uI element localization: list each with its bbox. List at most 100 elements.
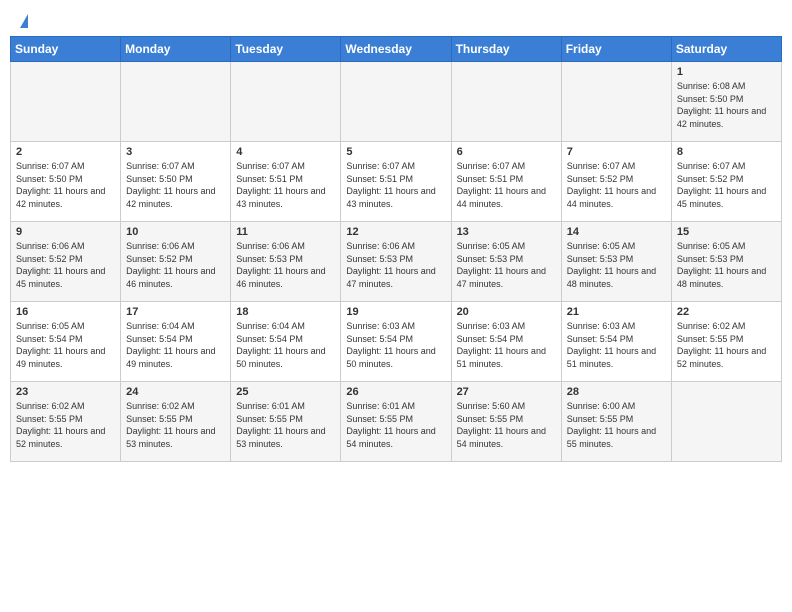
calendar-cell: 22 Sunrise: 6:02 AMSunset: 5:55 PMDayligh… (671, 302, 781, 382)
cell-info: Sunrise: 6:04 AMSunset: 5:54 PMDaylight:… (236, 321, 325, 369)
calendar-cell: 5 Sunrise: 6:07 AMSunset: 5:51 PMDaylight… (341, 142, 451, 222)
cell-info: Sunrise: 6:02 AMSunset: 5:55 PMDaylight:… (126, 401, 215, 449)
calendar-cell: 24 Sunrise: 6:02 AMSunset: 5:55 PMDayligh… (121, 382, 231, 462)
cell-info: Sunrise: 6:07 AMSunset: 5:50 PMDaylight:… (126, 161, 215, 209)
calendar-cell: 19 Sunrise: 6:03 AMSunset: 5:54 PMDayligh… (341, 302, 451, 382)
calendar-cell: 20 Sunrise: 6:03 AMSunset: 5:54 PMDayligh… (451, 302, 561, 382)
calendar-cell: 7 Sunrise: 6:07 AMSunset: 5:52 PMDaylight… (561, 142, 671, 222)
calendar-cell: 6 Sunrise: 6:07 AMSunset: 5:51 PMDaylight… (451, 142, 561, 222)
cell-info: Sunrise: 6:05 AMSunset: 5:54 PMDaylight:… (16, 321, 105, 369)
cell-info: Sunrise: 6:06 AMSunset: 5:53 PMDaylight:… (236, 241, 325, 289)
calendar-cell: 3 Sunrise: 6:07 AMSunset: 5:50 PMDaylight… (121, 142, 231, 222)
day-number: 18 (236, 306, 335, 318)
cell-info: Sunrise: 6:07 AMSunset: 5:52 PMDaylight:… (567, 161, 656, 209)
cell-info: Sunrise: 6:07 AMSunset: 5:51 PMDaylight:… (236, 161, 325, 209)
calendar-week-3: 9 Sunrise: 6:06 AMSunset: 5:52 PMDaylight… (11, 222, 782, 302)
day-number: 14 (567, 226, 666, 238)
weekday-header-row: SundayMondayTuesdayWednesdayThursdayFrid… (11, 37, 782, 62)
day-number: 1 (677, 66, 776, 78)
calendar-cell: 15 Sunrise: 6:05 AMSunset: 5:53 PMDayligh… (671, 222, 781, 302)
cell-info: Sunrise: 6:05 AMSunset: 5:53 PMDaylight:… (677, 241, 766, 289)
cell-info: Sunrise: 6:06 AMSunset: 5:53 PMDaylight:… (346, 241, 435, 289)
cell-info: Sunrise: 6:02 AMSunset: 5:55 PMDaylight:… (677, 321, 766, 369)
calendar-cell: 25Sunrise: 6:01 AMSunset: 5:55 PMDayligh… (231, 382, 341, 462)
calendar-table: SundayMondayTuesdayWednesdayThursdayFrid… (10, 36, 782, 462)
day-number: 4 (236, 146, 335, 158)
calendar-cell: 18 Sunrise: 6:04 AMSunset: 5:54 PMDayligh… (231, 302, 341, 382)
calendar-body: 1 Sunrise: 6:08 AMSunset: 5:50 PMDaylight… (11, 62, 782, 462)
day-number: 5 (346, 146, 445, 158)
calendar-cell: 10 Sunrise: 6:06 AMSunset: 5:52 PMDayligh… (121, 222, 231, 302)
cell-info: Sunrise: 6:05 AMSunset: 5:53 PMDaylight:… (567, 241, 656, 289)
calendar-cell: 14 Sunrise: 6:05 AMSunset: 5:53 PMDayligh… (561, 222, 671, 302)
cell-info: Sunrise: 6:06 AMSunset: 5:52 PMDaylight:… (16, 241, 105, 289)
cell-info: Sunrise: 6:01 AMSunset: 5:55 PMDaylight:… (346, 401, 435, 449)
weekday-header-saturday: Saturday (671, 37, 781, 62)
cell-info: Sunrise: 6:04 AMSunset: 5:54 PMDaylight:… (126, 321, 215, 369)
calendar-cell: 12 Sunrise: 6:06 AMSunset: 5:53 PMDayligh… (341, 222, 451, 302)
weekday-header-sunday: Sunday (11, 37, 121, 62)
page-header (10, 10, 782, 28)
cell-info: Sunrise: 6:03 AMSunset: 5:54 PMDaylight:… (567, 321, 656, 369)
calendar-cell: 16 Sunrise: 6:05 AMSunset: 5:54 PMDayligh… (11, 302, 121, 382)
day-number: 9 (16, 226, 115, 238)
calendar-cell: 1 Sunrise: 6:08 AMSunset: 5:50 PMDaylight… (671, 62, 781, 142)
cell-info: Sunrise: 6:03 AMSunset: 5:54 PMDaylight:… (346, 321, 435, 369)
calendar-cell: 17 Sunrise: 6:04 AMSunset: 5:54 PMDayligh… (121, 302, 231, 382)
cell-info: Sunrise: 6:01 AMSunset: 5:55 PMDaylight:… (236, 401, 325, 449)
day-number: 26 (346, 386, 445, 398)
day-number: 24 (126, 386, 225, 398)
calendar-week-1: 1 Sunrise: 6:08 AMSunset: 5:50 PMDaylight… (11, 62, 782, 142)
calendar-cell: 23 Sunrise: 6:02 AMSunset: 5:55 PMDayligh… (11, 382, 121, 462)
day-number: 15 (677, 226, 776, 238)
day-number: 22 (677, 306, 776, 318)
calendar-cell: 4 Sunrise: 6:07 AMSunset: 5:51 PMDaylight… (231, 142, 341, 222)
calendar-cell: 8 Sunrise: 6:07 AMSunset: 5:52 PMDaylight… (671, 142, 781, 222)
calendar-cell (451, 62, 561, 142)
weekday-header-tuesday: Tuesday (231, 37, 341, 62)
cell-info: Sunrise: 6:03 AMSunset: 5:54 PMDaylight:… (457, 321, 546, 369)
calendar-cell: 11 Sunrise: 6:06 AMSunset: 5:53 PMDayligh… (231, 222, 341, 302)
calendar-cell: 26 Sunrise: 6:01 AMSunset: 5:55 PMDayligh… (341, 382, 451, 462)
cell-info: Sunrise: 6:07 AMSunset: 5:51 PMDaylight:… (457, 161, 546, 209)
cell-info: Sunrise: 6:02 AMSunset: 5:55 PMDaylight:… (16, 401, 105, 449)
cell-info: Sunrise: 6:06 AMSunset: 5:52 PMDaylight:… (126, 241, 215, 289)
calendar-cell (561, 62, 671, 142)
calendar-cell (231, 62, 341, 142)
weekday-header-monday: Monday (121, 37, 231, 62)
day-number: 23 (16, 386, 115, 398)
calendar-cell: 28Sunrise: 6:00 AMSunset: 5:55 PMDayligh… (561, 382, 671, 462)
day-number: 7 (567, 146, 666, 158)
calendar-cell: 27Sunrise: 5:60 AMSunset: 5:55 PMDayligh… (451, 382, 561, 462)
day-number: 12 (346, 226, 445, 238)
day-number: 17 (126, 306, 225, 318)
weekday-header-friday: Friday (561, 37, 671, 62)
day-number: 16 (16, 306, 115, 318)
calendar-cell: 13 Sunrise: 6:05 AMSunset: 5:53 PMDayligh… (451, 222, 561, 302)
day-number: 11 (236, 226, 335, 238)
calendar-cell (341, 62, 451, 142)
day-number: 6 (457, 146, 556, 158)
day-number: 27 (457, 386, 556, 398)
logo (18, 14, 28, 24)
day-number: 8 (677, 146, 776, 158)
day-number: 20 (457, 306, 556, 318)
calendar-week-5: 23 Sunrise: 6:02 AMSunset: 5:55 PMDayligh… (11, 382, 782, 462)
weekday-header-thursday: Thursday (451, 37, 561, 62)
calendar-week-4: 16 Sunrise: 6:05 AMSunset: 5:54 PMDayligh… (11, 302, 782, 382)
logo-triangle-icon (20, 14, 28, 28)
day-number: 21 (567, 306, 666, 318)
day-number: 19 (346, 306, 445, 318)
cell-info: Sunrise: 6:00 AMSunset: 5:55 PMDaylight:… (567, 401, 656, 449)
cell-info: Sunrise: 6:08 AMSunset: 5:50 PMDaylight:… (677, 81, 766, 129)
day-number: 3 (126, 146, 225, 158)
day-number: 13 (457, 226, 556, 238)
calendar-cell (11, 62, 121, 142)
weekday-header-wednesday: Wednesday (341, 37, 451, 62)
cell-info: Sunrise: 6:05 AMSunset: 5:53 PMDaylight:… (457, 241, 546, 289)
cell-info: Sunrise: 6:07 AMSunset: 5:51 PMDaylight:… (346, 161, 435, 209)
calendar-cell: 2Sunrise: 6:07 AMSunset: 5:50 PMDaylight… (11, 142, 121, 222)
cell-info: Sunrise: 6:07 AMSunset: 5:52 PMDaylight:… (677, 161, 766, 209)
day-number: 10 (126, 226, 225, 238)
calendar-cell: 9 Sunrise: 6:06 AMSunset: 5:52 PMDaylight… (11, 222, 121, 302)
